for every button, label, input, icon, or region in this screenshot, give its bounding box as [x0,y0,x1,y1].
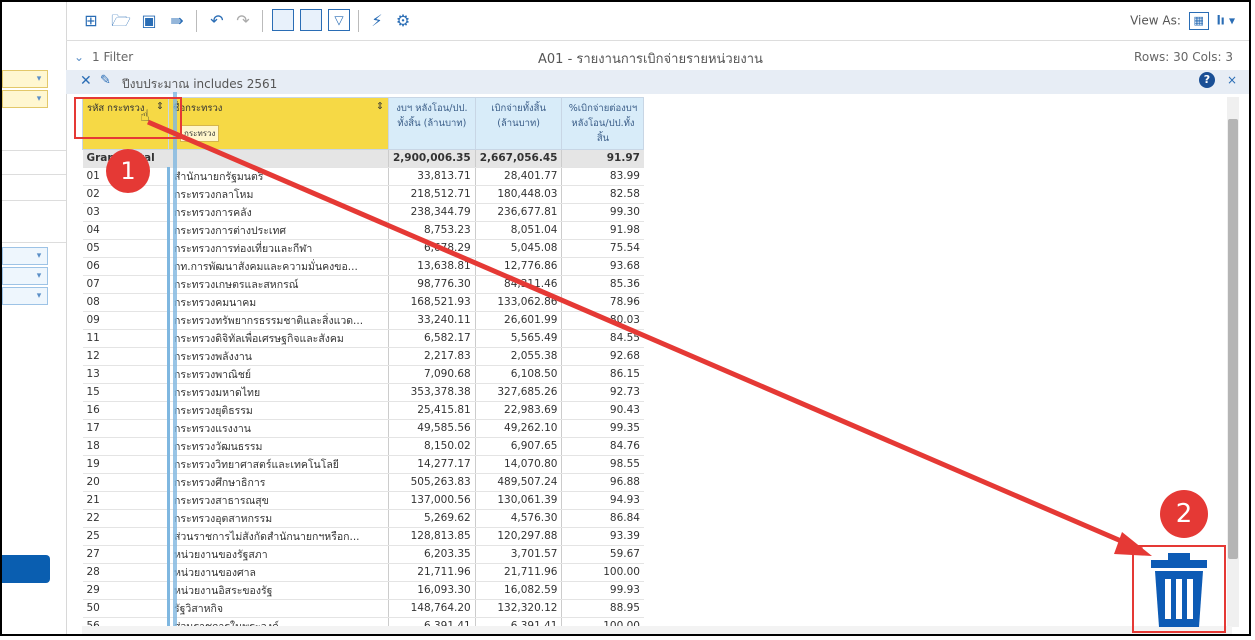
drag-arrow [147,119,1152,556]
arrow-line [147,119,1143,553]
trash-icon [1151,553,1207,627]
trash-drop-zone[interactable] [1132,545,1226,633]
app-frame: ▾ ▾ ▾ ▾ ▾ ⊞ 🗁 ▣ ⇛ ↶ ↷ ▽ ⚡ ⚙ View As: ▦ l… [0,0,1251,636]
